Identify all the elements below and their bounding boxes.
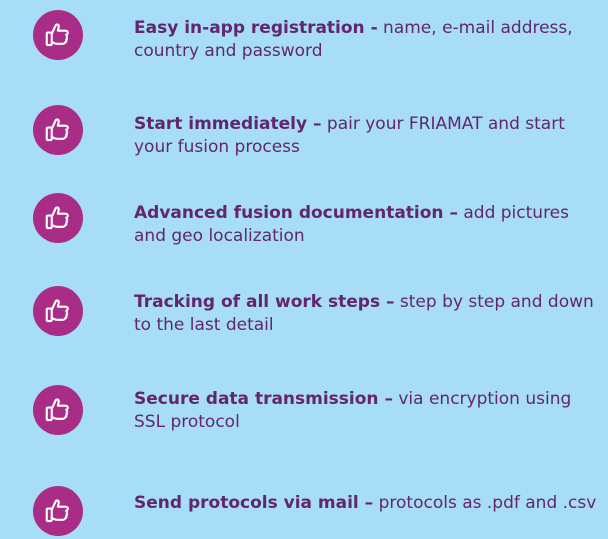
thumbs-up-icon bbox=[33, 486, 83, 536]
feature-item: Secure data transmission – via encryptio… bbox=[0, 370, 608, 440]
feature-item: Send protocols via mail – protocols as .… bbox=[0, 462, 608, 536]
thumbs-up-icon bbox=[33, 10, 83, 60]
feature-description: protocols as .pdf and .csv bbox=[378, 493, 597, 513]
feature-title: Easy in-app registration - bbox=[134, 18, 378, 38]
feature-text: Send protocols via mail – protocols as .… bbox=[134, 492, 604, 515]
feature-text: Advanced fusion documentation – add pict… bbox=[134, 202, 604, 248]
feature-text: Easy in-app registration - name, e-mail … bbox=[134, 17, 604, 63]
feature-text: Start immediately – pair your FRIAMAT an… bbox=[134, 113, 604, 159]
feature-list: Easy in-app registration - name, e-mail … bbox=[0, 0, 608, 539]
feature-item: Start immediately – pair your FRIAMAT an… bbox=[0, 95, 608, 165]
thumbs-up-icon bbox=[33, 286, 83, 336]
feature-title: Secure data transmission – bbox=[134, 389, 393, 409]
feature-title: Start immediately – bbox=[134, 114, 322, 134]
feature-item: Advanced fusion documentation – add pict… bbox=[0, 180, 608, 250]
feature-text: Secure data transmission – via encryptio… bbox=[134, 388, 604, 434]
feature-text: Tracking of all work steps – step by ste… bbox=[134, 291, 604, 337]
feature-item: Easy in-app registration - name, e-mail … bbox=[0, 0, 608, 70]
feature-title: Send protocols via mail – bbox=[134, 493, 374, 513]
thumbs-up-icon bbox=[33, 193, 83, 243]
thumbs-up-icon bbox=[33, 105, 83, 155]
feature-title: Tracking of all work steps – bbox=[134, 292, 395, 312]
thumbs-up-icon bbox=[33, 385, 83, 435]
feature-item: Tracking of all work steps – step by ste… bbox=[0, 275, 608, 345]
feature-title: Advanced fusion documentation – bbox=[134, 203, 458, 223]
